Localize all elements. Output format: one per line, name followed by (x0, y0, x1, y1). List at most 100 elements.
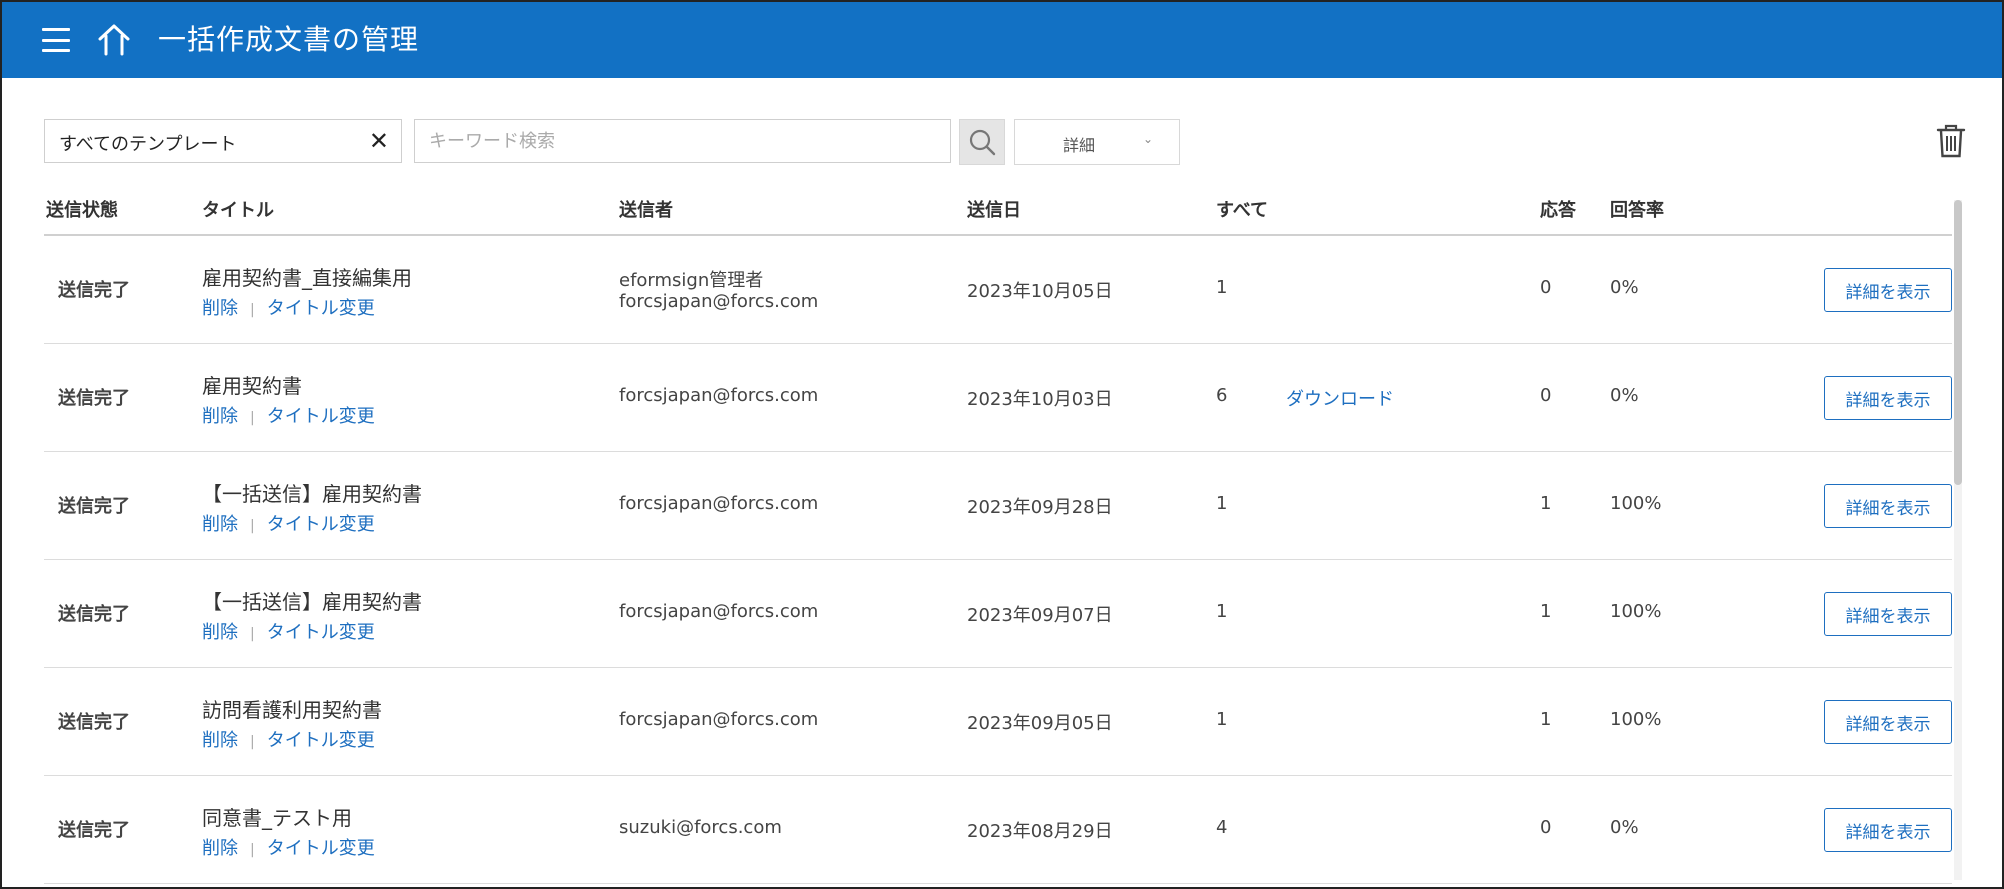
all-count: 4 (1216, 817, 1228, 838)
all-count: 1 (1216, 709, 1228, 730)
sender-email: suzuki@forcs.com (619, 817, 782, 838)
delete-link[interactable]: 削除 (202, 298, 238, 319)
row-actions: 削除 | タイトル変更 (202, 402, 375, 428)
row-actions: 削除 | タイトル変更 (202, 834, 375, 860)
view-details-button[interactable]: 詳細を表示 (1824, 592, 1952, 636)
document-title: 同意書_テスト用 (202, 806, 352, 830)
template-filter[interactable]: すべてのテンプレート ✕ (44, 119, 402, 163)
document-title: 雇用契約書_直接編集用 (202, 266, 412, 290)
row-actions: 削除 | タイトル変更 (202, 618, 375, 644)
rename-link[interactable]: タイトル変更 (267, 622, 375, 643)
document-title: 【一括送信】雇用契約書 (202, 590, 422, 614)
magnifier-icon (969, 129, 996, 156)
table-header: 送信状態 タイトル 送信者 送信日 すべて 応答 回答率 (44, 192, 1952, 236)
status-text: 送信完了 (58, 496, 130, 517)
column-sender[interactable]: 送信者 (619, 196, 673, 222)
separator: | (250, 302, 255, 318)
document-title: 【一括送信】雇用契約書 (202, 482, 422, 506)
rename-link[interactable]: タイトル変更 (267, 838, 375, 859)
row-actions: 削除 | タイトル変更 (202, 726, 375, 752)
delete-link[interactable]: 削除 (202, 406, 238, 427)
table-row: 送信完了 雇用契約書 削除 | タイトル変更 forcsjapan@forcs.co… (44, 344, 1952, 452)
search-button[interactable] (959, 119, 1005, 165)
sent-date: 2023年08月29日 (967, 821, 1113, 842)
trash-icon[interactable] (1935, 123, 1967, 159)
document-title: 訪問看護利用契約書 (202, 698, 382, 722)
rename-link[interactable]: タイトル変更 (267, 298, 375, 319)
sent-date: 2023年09月07日 (967, 605, 1113, 626)
sender-email: forcsjapan@forcs.com (619, 709, 819, 730)
close-x-icon[interactable]: ✕ (369, 128, 389, 154)
view-details-button[interactable]: 詳細を表示 (1824, 808, 1952, 852)
chevron-down-icon: ⌄ (1143, 132, 1154, 146)
delete-link[interactable]: 削除 (202, 730, 238, 751)
detail-dropdown[interactable]: 詳細 ⌄ (1014, 119, 1180, 165)
row-actions: 削除 | タイトル変更 (202, 510, 375, 536)
response-rate: 100% (1610, 601, 1662, 622)
row-actions: 削除 | タイトル変更 (202, 294, 375, 320)
status-text: 送信完了 (58, 280, 130, 301)
view-details-button[interactable]: 詳細を表示 (1824, 268, 1952, 312)
status-text: 送信完了 (58, 820, 130, 841)
download-link[interactable]: ダウンロード (1286, 385, 1394, 411)
response-count: 0 (1540, 817, 1552, 838)
view-details-button[interactable]: 詳細を表示 (1824, 376, 1952, 420)
app-window: 一括作成文書の管理 すべてのテンプレート ✕ 詳細 ⌄ 送信状態 タイトル (0, 0, 2004, 889)
status-text: 送信完了 (58, 604, 130, 625)
separator: | (250, 518, 255, 534)
view-details-button[interactable]: 詳細を表示 (1824, 484, 1952, 528)
keyword-search-input[interactable] (414, 119, 951, 163)
response-count: 1 (1540, 709, 1552, 730)
view-details-button[interactable]: 詳細を表示 (1824, 700, 1952, 744)
scrollbar-thumb[interactable] (1954, 200, 1962, 485)
column-rate[interactable]: 回答率 (1610, 196, 1664, 222)
vertical-scrollbar[interactable] (1954, 200, 1962, 880)
sent-date: 2023年09月05日 (967, 713, 1113, 734)
rename-link[interactable]: タイトル変更 (267, 406, 375, 427)
separator: | (250, 734, 255, 750)
separator: | (250, 410, 255, 426)
detail-dropdown-label: 詳細 (1063, 136, 1096, 155)
response-count: 0 (1540, 277, 1552, 298)
sender-email: forcsjapan@forcs.com (619, 601, 819, 622)
sender-email: forcsjapan@forcs.com (619, 493, 819, 514)
column-date[interactable]: 送信日 (967, 196, 1021, 222)
document-title: 雇用契約書 (202, 374, 302, 398)
column-status[interactable]: 送信状態 (46, 196, 118, 222)
all-count: 6 (1216, 385, 1228, 406)
column-title[interactable]: タイトル (202, 196, 274, 222)
status-text: 送信完了 (58, 388, 130, 409)
table-row: 送信完了 【一括送信】雇用契約書 削除 | タイトル変更 forcsjapan@fo… (44, 560, 1952, 668)
table-row: 送信完了 雇用契約書_直接編集用 削除 | タイトル変更 eformsign管理者 … (44, 236, 1952, 344)
column-all[interactable]: すべて (1216, 196, 1268, 222)
hamburger-menu-icon[interactable] (42, 28, 70, 52)
column-response[interactable]: 応答 (1540, 196, 1576, 222)
status-text: 送信完了 (58, 712, 130, 733)
filter-toolbar: すべてのテンプレート ✕ 詳細 ⌄ (44, 119, 1974, 165)
table-row: 送信完了 【一括送信】雇用契約書 削除 | タイトル変更 forcsjapan@fo… (44, 452, 1952, 560)
page-title: 一括作成文書の管理 (158, 23, 420, 56)
home-icon[interactable] (96, 22, 132, 58)
sender-name: eformsign管理者 (619, 270, 764, 291)
table-row: 送信完了 同意書_テスト用 削除 | タイトル変更 suzuki@forcs.com… (44, 776, 1952, 884)
documents-table: 送信状態 タイトル 送信者 送信日 すべて 応答 回答率 送信完了 雇用契約書_… (44, 192, 1952, 884)
delete-link[interactable]: 削除 (202, 622, 238, 643)
rename-link[interactable]: タイトル変更 (267, 514, 375, 535)
all-count: 1 (1216, 601, 1228, 622)
sender-email: forcsjapan@forcs.com (619, 291, 819, 312)
delete-link[interactable]: 削除 (202, 514, 238, 535)
sent-date: 2023年09月28日 (967, 497, 1113, 518)
template-filter-value: すべてのテンプレート (59, 134, 237, 155)
response-rate: 100% (1610, 709, 1662, 730)
delete-link[interactable]: 削除 (202, 838, 238, 859)
all-count: 1 (1216, 493, 1228, 514)
response-count: 0 (1540, 385, 1552, 406)
sender-email: forcsjapan@forcs.com (619, 385, 819, 406)
response-rate: 0% (1610, 817, 1639, 838)
table-row: 送信完了 訪問看護利用契約書 削除 | タイトル変更 forcsjapan@forc… (44, 668, 1952, 776)
rename-link[interactable]: タイトル変更 (267, 730, 375, 751)
response-rate: 0% (1610, 385, 1639, 406)
response-rate: 0% (1610, 277, 1639, 298)
response-count: 1 (1540, 601, 1552, 622)
sent-date: 2023年10月05日 (967, 281, 1113, 302)
